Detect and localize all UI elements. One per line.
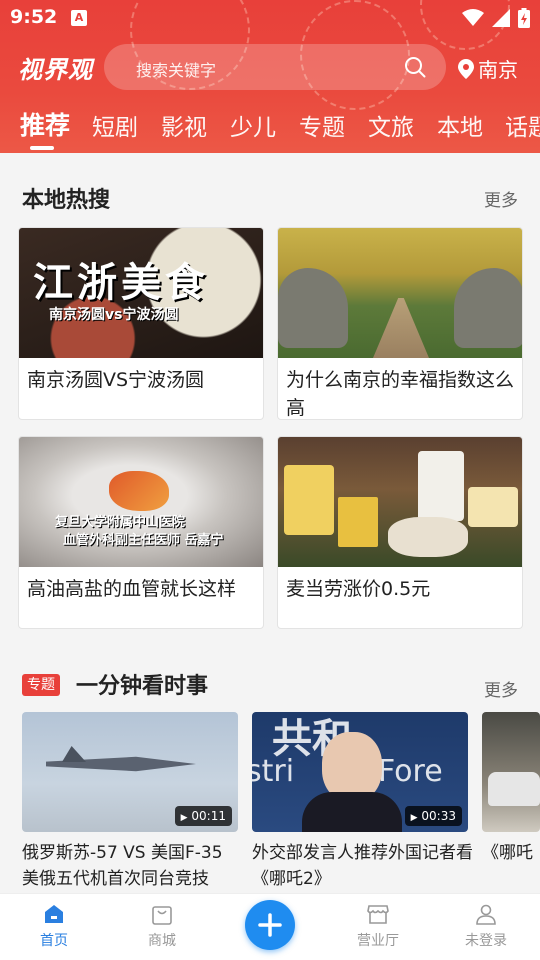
signal-icon <box>492 9 510 27</box>
card-title: 南京汤圆VS宁波汤圆 <box>27 369 205 391</box>
thumbnail-caption-line1: 复旦大学附属中山医院 <box>55 515 186 530</box>
topic-tag: 专题 <box>22 674 60 696</box>
status-time: 9:52 <box>10 6 58 28</box>
home-icon <box>45 905 63 923</box>
app-notification-icon: A <box>71 10 87 26</box>
tab-local[interactable]: 本地 <box>437 108 483 142</box>
video-card[interactable]: 《哪吒 <box>482 712 540 892</box>
section-title-local-hot: 本地热搜 <box>22 188 111 213</box>
card-title: 高油高盐的血管就长这样 <box>27 578 237 600</box>
path <box>373 298 429 358</box>
tab-discussion[interactable]: 话题 <box>505 108 540 142</box>
hot-card[interactable]: 为什么南京的幸福指数这么高 <box>277 227 523 420</box>
spokesperson-suit <box>302 792 402 832</box>
jet-tail <box>62 746 86 762</box>
fries <box>338 497 378 547</box>
status-bar: 9:52 A <box>0 0 540 36</box>
tab-culture-travel[interactable]: 文旅 <box>368 108 414 142</box>
thumbnail-sub-text: 南京汤圆vs宁波汤圆 <box>49 307 179 323</box>
search-icon[interactable] <box>404 56 426 78</box>
tab-topics[interactable]: 专题 <box>299 108 345 142</box>
video-title: 俄罗斯苏-57 VS 美国F-35 美俄五代机首次同台竞技 <box>22 843 223 889</box>
play-icon: ▶ <box>180 813 188 823</box>
card-thumbnail <box>278 437 522 567</box>
card-title: 为什么南京的幸福指数这么高 <box>286 369 515 419</box>
wifi-icon <box>462 9 484 26</box>
store-icon <box>367 905 389 924</box>
more-link-minute-news[interactable]: 更多 <box>484 676 518 701</box>
card-thumbnail: 复旦大学附属中山医院 血管外科副主任医师 岳嘉宁 <box>19 437 263 567</box>
shopping-bag-icon <box>152 906 172 925</box>
header: 9:52 A 视界观 搜索关键字 南京 推荐 短剧 影视 少儿 专题 文旅 本地… <box>0 0 540 153</box>
video-title: 《哪吒 <box>482 843 533 863</box>
video-thumbnail <box>482 712 540 832</box>
status-icons <box>462 6 530 30</box>
search-input[interactable]: 搜索关键字 <box>136 57 216 81</box>
location-pin-icon <box>458 58 474 79</box>
hot-card[interactable]: 麦当劳涨价0.5元 <box>277 436 523 629</box>
backdrop-text: Fore <box>378 754 443 789</box>
video-title: 外交部发言人推荐外国记者看《哪吒2》 <box>252 843 473 889</box>
more-link-local-hot[interactable]: 更多 <box>484 186 518 211</box>
hot-card[interactable]: 复旦大学附属中山医院 血管外科副主任医师 岳嘉宁 高油高盐的血管就长这样 <box>18 436 264 629</box>
car <box>488 772 540 806</box>
tab-short-drama[interactable]: 短剧 <box>92 108 138 142</box>
card-thumbnail <box>278 228 522 358</box>
play-icon: ▶ <box>410 813 418 823</box>
stone-elephant-left <box>278 268 348 348</box>
search-bar[interactable]: 搜索关键字 <box>104 44 446 90</box>
burger-box <box>468 487 518 527</box>
stone-elephant-right <box>454 268 522 348</box>
drink-cup <box>418 451 464 521</box>
top-bar: 视界观 搜索关键字 南京 <box>0 42 540 90</box>
video-thumbnail: 共和 Fore stri ▶ 00:33 <box>252 712 468 832</box>
video-duration: ▶ 00:33 <box>404 806 462 826</box>
bottom-nav: 首页 商城 营业厅 未登录 <box>0 893 540 960</box>
nav-home[interactable]: 首页 <box>19 902 89 950</box>
user-icon <box>476 904 496 925</box>
blood-vessel-sample <box>109 471 169 511</box>
backdrop-text: stri <box>252 754 295 789</box>
thumbnail-big-text: 江浙美食 <box>33 259 209 306</box>
app-logo: 视界观 <box>18 56 93 84</box>
thumbnail-caption-line2: 血管外科副主任医师 岳嘉宁 <box>63 533 224 548</box>
active-tab-indicator <box>30 146 54 150</box>
burger <box>388 517 468 557</box>
hot-card[interactable]: 江浙美食 南京汤圆vs宁波汤圆 南京汤圆VS宁波汤圆 <box>18 227 264 420</box>
nav-profile[interactable]: 未登录 <box>451 902 521 950</box>
battery-charging-icon <box>518 8 530 28</box>
video-thumbnail: ▶ 00:11 <box>22 712 238 832</box>
nav-service-hall[interactable]: 营业厅 <box>343 902 413 950</box>
tab-kids[interactable]: 少儿 <box>230 108 276 142</box>
section-title-minute-news: 一分钟看时事 <box>76 674 209 699</box>
add-button[interactable] <box>245 900 295 950</box>
plus-icon <box>258 913 282 937</box>
category-tabs: 推荐 短剧 影视 少儿 专题 文旅 本地 话题 <box>0 108 540 153</box>
tab-recommend[interactable]: 推荐 <box>20 106 70 142</box>
location-selector[interactable]: 南京 <box>458 54 518 83</box>
tab-film-tv[interactable]: 影视 <box>161 108 207 142</box>
drink-cup <box>284 465 334 535</box>
card-title: 麦当劳涨价0.5元 <box>286 578 431 600</box>
nav-mall[interactable]: 商城 <box>127 902 197 950</box>
card-thumbnail: 江浙美食 南京汤圆vs宁波汤圆 <box>19 228 263 358</box>
location-label: 南京 <box>478 58 518 82</box>
video-duration: ▶ 00:11 <box>174 806 232 826</box>
